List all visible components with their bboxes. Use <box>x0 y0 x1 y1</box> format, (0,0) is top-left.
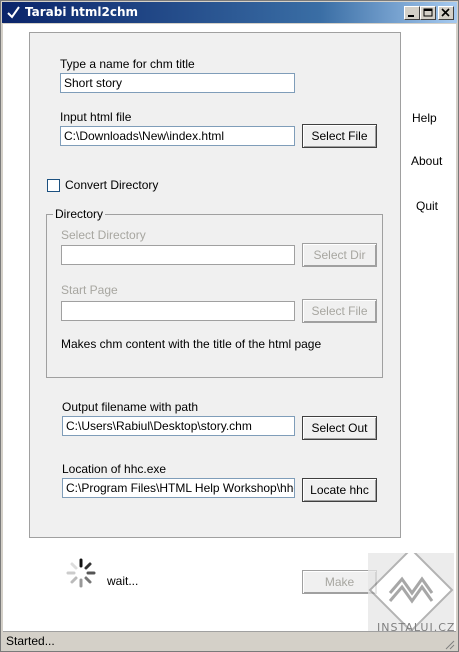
make-button[interactable]: Make <box>302 570 377 594</box>
close-button[interactable] <box>438 6 454 20</box>
directory-group: Directory Select Directory Select Dir St… <box>46 207 383 378</box>
chm-title-input[interactable]: Short story <box>60 73 295 93</box>
wait-text: wait... <box>107 574 139 588</box>
resize-grip-icon[interactable] <box>443 638 455 650</box>
status-bar: Started... <box>3 631 456 651</box>
input-file-label: Input html file <box>60 110 132 124</box>
select-directory-input[interactable] <box>61 245 295 265</box>
checkmark-app-icon <box>7 6 20 19</box>
hhc-label: Location of hhc.exe <box>62 462 167 476</box>
maximize-button[interactable] <box>420 6 436 20</box>
start-page-input[interactable] <box>61 301 295 321</box>
minimize-button[interactable] <box>404 6 420 20</box>
directory-legend: Directory <box>53 207 106 221</box>
client-area: Type a name for chm title Short story In… <box>3 24 456 631</box>
output-input[interactable]: C:\Users\Rabiul\Desktop\story.chm <box>62 416 295 436</box>
select-dir-button[interactable]: Select Dir <box>302 243 377 267</box>
select-out-button[interactable]: Select Out <box>302 416 377 440</box>
about-button[interactable]: About <box>411 154 442 168</box>
status-text: Started... <box>6 634 55 648</box>
window-title: Tarabi html2chm <box>25 5 139 19</box>
watermark-logo: INSTALUJ.CZ <box>368 547 454 639</box>
help-button[interactable]: Help <box>412 111 437 125</box>
start-page-select-file-button[interactable]: Select File <box>302 299 377 323</box>
start-page-label: Start Page <box>61 283 118 297</box>
locate-hhc-button[interactable]: Locate hhc <box>302 478 377 502</box>
title-bar[interactable]: Tarabi html2chm <box>2 2 457 23</box>
minimize-icon <box>408 15 414 17</box>
app-window: Tarabi html2chm Type a name for chm titl… <box>0 0 459 652</box>
output-label: Output filename with path <box>62 400 199 414</box>
quit-button[interactable]: Quit <box>416 199 438 213</box>
input-file-input[interactable]: C:\Downloads\New\index.html <box>60 126 295 146</box>
settings-panel: Type a name for chm title Short story In… <box>29 32 401 538</box>
convert-directory-checkbox[interactable] <box>47 179 60 192</box>
loading-spinner-icon <box>66 558 96 588</box>
convert-directory-label: Convert Directory <box>65 178 159 192</box>
maximize-icon <box>423 8 433 17</box>
select-file-button[interactable]: Select File <box>302 124 377 148</box>
directory-note: Makes chm content with the title of the … <box>61 337 322 351</box>
chm-title-label: Type a name for chm title <box>60 57 195 71</box>
select-directory-label: Select Directory <box>61 228 146 242</box>
hhc-input[interactable]: C:\Program Files\HTML Help Workshop\hhc.… <box>62 478 295 498</box>
close-icon <box>441 8 450 17</box>
